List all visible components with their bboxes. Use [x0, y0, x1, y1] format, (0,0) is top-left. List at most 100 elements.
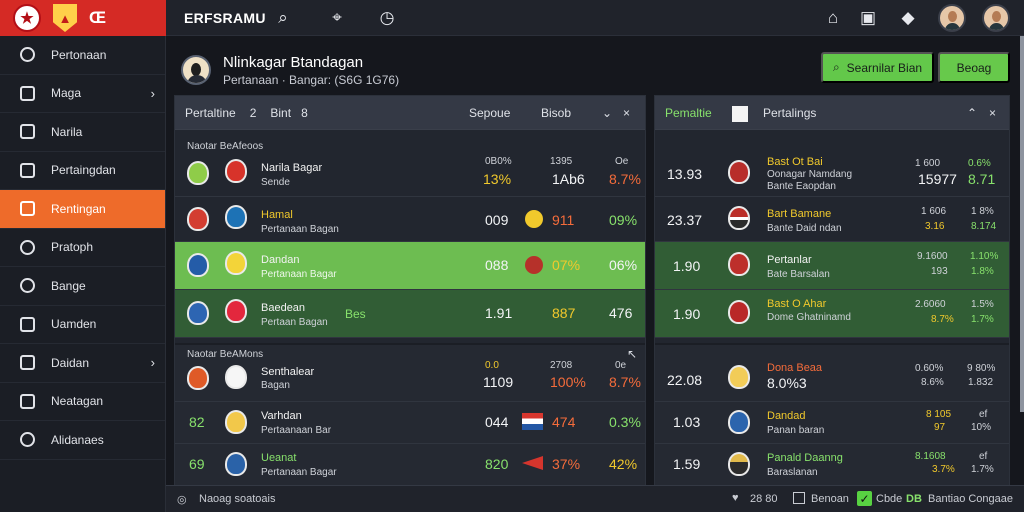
left-panel-filter[interactable]: Bisob [541, 106, 571, 120]
row-value: 1.91 [485, 305, 513, 321]
left-panel-header: Pertaltine 2 Bint 8 Sepoue Bisob ⌄ × [175, 96, 645, 130]
home-icon[interactable]: ⌂ [823, 8, 843, 28]
search-button[interactable]: ⌕ Searnilar Bian [821, 52, 934, 83]
row-value: 0B0% [485, 156, 512, 167]
sidebar-item-pratoph[interactable]: Pratoph [0, 229, 165, 267]
row-value: Oe [615, 156, 629, 167]
table-row[interactable]: 1.90 Pertanlar Bate Barsalan 9.1600 193 … [655, 242, 1009, 290]
left-panel-sort[interactable]: Sepoue [469, 106, 510, 120]
row-value: 1109 [483, 374, 514, 390]
team-name: Senthalear [261, 366, 315, 378]
row-rank: 1.90 [673, 258, 701, 274]
row-value: 1.832 [968, 377, 994, 388]
table-row[interactable]: 1.03 Dandad Panan baran 8 105 97 ef 10% [655, 402, 1009, 444]
row-value: 8 105 [926, 409, 952, 420]
team-subtitle: Dome Ghatninamd [767, 312, 851, 323]
sidebar-item-label: Pertonaan [51, 47, 107, 62]
row-value: 0.0 [485, 360, 499, 371]
table-row[interactable]: 23.37 Bart Bamane Bante Daid ndan 1 606 … [655, 197, 1009, 242]
table-row[interactable]: 22.08 Dona Beaa 8.0%3 0.60% 8.6% 9 80% 1… [655, 357, 1009, 402]
trophy-icon [20, 201, 35, 217]
table-row[interactable]: 1.59 Panald Daanng Baraslanan 8.1608 3.7… [655, 444, 1009, 486]
team-badge-icon [728, 452, 750, 476]
team-name: Varhdan [261, 410, 302, 422]
row-value: 088 [485, 257, 509, 273]
row-value: 8.7% [931, 314, 954, 325]
chevron-right-icon: › [150, 85, 155, 101]
team-subtitle: Sende [261, 177, 290, 188]
team-subtitle: Baraslanan [767, 467, 818, 478]
right-panel-tab[interactable]: Pertalings [763, 106, 816, 120]
stadium-icon [20, 162, 35, 178]
table-row[interactable]: 13.93 Bast Ot Bai Oonagar Namdang Bante … [655, 151, 1009, 197]
team-subtitle: Pertaanaan Bar [261, 425, 332, 436]
team-subtitle: Bate Barsalan [767, 269, 830, 280]
profile-avatar[interactable] [181, 55, 211, 85]
account-avatar[interactable] [982, 4, 1010, 32]
sidebar-item-daidan[interactable]: Daidan › [0, 344, 165, 383]
user-avatar[interactable] [938, 4, 966, 32]
row-value: 1 8% [971, 206, 994, 217]
row-value: 9 80% [967, 363, 996, 374]
team-badge-icon [225, 299, 247, 323]
document-icon [20, 355, 35, 371]
search-icon: ⌕ [832, 60, 840, 74]
twitter-icon[interactable]: ♥ [732, 492, 739, 504]
row-value: 09% [609, 212, 638, 228]
team-badge-icon [225, 205, 247, 229]
row-value: 1395 [550, 156, 573, 167]
team-name: Dandad [767, 410, 806, 422]
location-icon[interactable]: ⌖ [327, 8, 347, 28]
table-row[interactable]: Baedean Pertaan Bagan Bes 1.91 887 476 [175, 290, 645, 338]
table-row[interactable]: Hamal Pertanaan Bagan 009 911 09% [175, 197, 645, 242]
table-row[interactable]: Senthalear Bagan 0.0 2708 0e 1109 100% 8… [175, 357, 645, 402]
sidebar-item-label: Neatagan [51, 394, 104, 409]
sidebar-item-uamden[interactable]: Uamden [0, 306, 165, 344]
row-value: 474 [552, 414, 576, 430]
sidebar-item-pertaingdan[interactable]: Pertaingdan [0, 152, 165, 190]
check-icon[interactable]: ✓ [857, 491, 872, 506]
team-badge-icon [187, 253, 209, 277]
row-value: 1.7% [971, 314, 994, 325]
login-button[interactable]: Beoag [938, 52, 1010, 83]
chat-icon[interactable]: ▣ [858, 8, 878, 28]
chevron-down-icon[interactable]: ⌄ [602, 106, 612, 120]
row-value: 820 [485, 456, 509, 472]
sidebar-item-maga[interactable]: Maga › [0, 75, 165, 113]
sidebar-item-narila[interactable]: Narila [0, 113, 165, 152]
row-value: 1.10% [970, 251, 999, 262]
footer-option: Benoan [811, 493, 849, 505]
page-scrollbar[interactable] [1020, 36, 1024, 412]
team-subtitle: Panan baran [767, 425, 825, 436]
grid-icon [20, 316, 35, 332]
table-row[interactable]: 69 Ueanat Pertanaan Bagar 820 37% 42% [175, 444, 645, 486]
row-value: 3.16 [925, 221, 945, 232]
search-icon[interactable]: ⌕ [273, 8, 293, 28]
row-value: 97 [934, 422, 946, 433]
team-tag: Bes [345, 307, 366, 321]
chevron-up-icon[interactable]: ⌃ [967, 106, 977, 120]
team-badge-icon [728, 160, 750, 184]
sidebar-item-rentingan[interactable]: Rentingan [0, 190, 165, 229]
sidebar-item-bange[interactable]: Bange [0, 267, 165, 306]
message-icon[interactable]: ◆ [898, 8, 918, 28]
close-icon[interactable]: × [623, 106, 630, 120]
sidebar-item-label: Rentingan [51, 201, 106, 216]
table-row[interactable]: 82 Varhdan Pertaanaan Bar 044 474 0.3% [175, 402, 645, 444]
footer-count: 28 80 [750, 493, 778, 505]
table-row[interactable]: Dandan Pertanaan Bagar 088 07% 06% [175, 242, 645, 290]
list-icon [20, 393, 35, 409]
table-row[interactable]: Narila Bagar Sende 0B0% 1395 Oe 13% 1Ab6… [175, 151, 645, 197]
brand-area[interactable]: ★ ▲ Œ [0, 0, 166, 36]
sidebar-item-neatagan[interactable]: Neatagan [0, 383, 165, 421]
row-value: 1 600 [915, 158, 941, 169]
table-row[interactable]: 1.90 Bast O Ahar Dome Ghatninamd 2.6060 … [655, 290, 1009, 338]
checkbox-icon[interactable] [793, 492, 805, 504]
sidebar-item-pertonaan[interactable]: Pertonaan [0, 36, 165, 75]
row-value: 10% [971, 422, 992, 433]
row-rank: 22.08 [667, 372, 703, 388]
close-icon[interactable]: × [989, 106, 996, 120]
sidebar-item-label: Bange [51, 278, 86, 293]
sidebar-item-alidanaes[interactable]: Alidanaes [0, 421, 165, 460]
clock-icon[interactable]: ◷ [377, 8, 397, 28]
